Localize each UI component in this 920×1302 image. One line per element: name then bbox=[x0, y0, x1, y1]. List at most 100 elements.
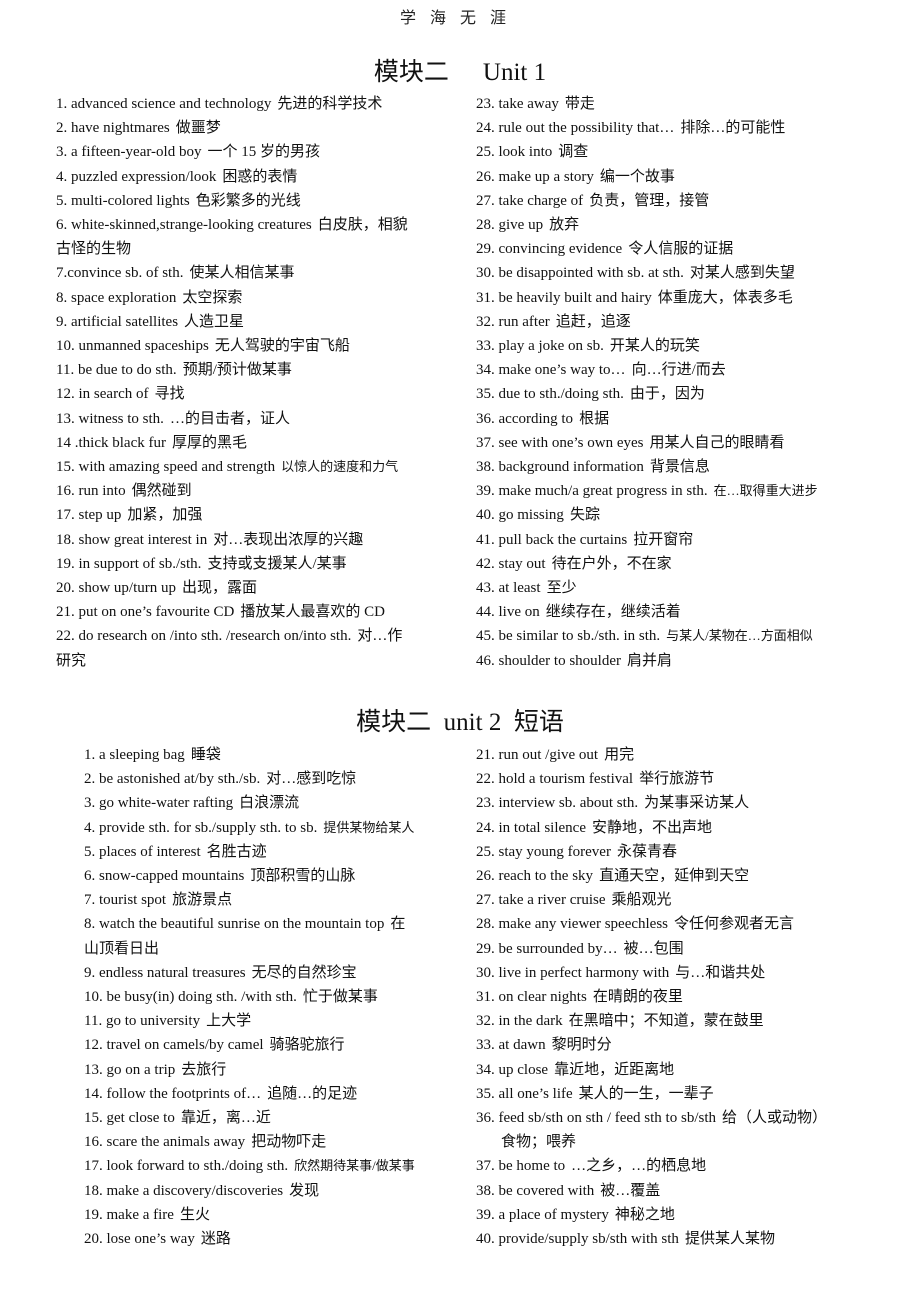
phrase-english: 19. make a fire bbox=[84, 1206, 174, 1223]
phrase-english: 23. interview sb. about sth. bbox=[476, 795, 639, 812]
phrase-item: 41. pull back the curtains 拉开窗帘 bbox=[476, 528, 876, 552]
phrase-english: 5. places of interest bbox=[84, 843, 201, 860]
phrase-english: 22. do research on /into sth. /research … bbox=[56, 628, 352, 645]
phrase-item: 36. according to 根据 bbox=[476, 407, 876, 431]
phrase-item: 29. convincing evidence 令人信服的证据 bbox=[476, 237, 876, 261]
phrase-item: 3. a fifteen-year-old boy 一个 15 岁的男孩 bbox=[56, 140, 436, 164]
phrase-item: 28. give up 放弃 bbox=[476, 213, 876, 237]
phrase-chinese-continued: 古怪的生物 bbox=[56, 241, 132, 258]
phrase-chinese: 向…行进/而去 bbox=[631, 362, 726, 379]
phrase-chinese: 神秘之地 bbox=[614, 1206, 675, 1223]
phrase-chinese: 白皮肤，相貌 bbox=[317, 217, 408, 234]
phrase-item: 7.convince sb. of sth. 使某人相信某事 bbox=[56, 261, 436, 285]
phrase-chinese: 用某人自己的眼睛看 bbox=[649, 434, 785, 451]
phrase-item: 18. make a discovery/discoveries 发现 bbox=[84, 1179, 444, 1203]
phrase-english: 39. a place of mystery bbox=[476, 1206, 609, 1223]
phrase-item: 13. witness to sth. …的目击者，证人 bbox=[56, 407, 436, 431]
phrase-item: 32. run after 追赶，追逐 bbox=[476, 310, 876, 334]
phrase-chinese: 名胜古迹 bbox=[206, 843, 267, 860]
phrase-english: 35. due to sth./doing sth. bbox=[476, 386, 624, 403]
phrase-item: 30. live in perfect harmony with 与…和谐共处 bbox=[476, 961, 876, 985]
phrase-chinese: 提供某人某物 bbox=[684, 1231, 775, 1248]
phrase-chinese: 厚厚的黑毛 bbox=[171, 434, 247, 451]
phrase-chinese: 支持或支援某人/某事 bbox=[207, 555, 347, 572]
phrase-chinese: 拉开窗帘 bbox=[633, 531, 694, 548]
phrase-chinese: 播放某人最喜欢的 CD bbox=[240, 604, 385, 621]
phrase-chinese: 顶部积雪的山脉 bbox=[250, 868, 356, 885]
phrase-english: 26. make up a story bbox=[476, 168, 594, 185]
phrase-chinese: 提供某物给某人 bbox=[323, 819, 415, 835]
section-title-unit1: 模块二 Unit 1 bbox=[0, 52, 920, 88]
phrase-chinese: 继续存在，继续活着 bbox=[545, 604, 681, 621]
phrase-english: 7. tourist spot bbox=[84, 892, 167, 909]
section-title-en: unit 2 bbox=[443, 709, 502, 736]
phrase-english: 16. run into bbox=[56, 483, 126, 500]
phrase-item: 46. shoulder to shoulder 肩并肩 bbox=[476, 649, 876, 673]
phrase-item: 39. make much/a great progress in sth. 在…… bbox=[476, 479, 876, 503]
phrase-item: 27. take charge of 负责，管理，接管 bbox=[476, 189, 876, 213]
phrase-item: 33. play a joke on sb. 开某人的玩笑 bbox=[476, 334, 876, 358]
phrase-english: 20. show up/turn up bbox=[56, 580, 176, 597]
phrase-item: 17. look forward to sth./doing sth. 欣然期待某… bbox=[84, 1154, 444, 1178]
phrase-english: 4. provide sth. for sb./supply sth. to s… bbox=[84, 819, 318, 836]
phrase-chinese: 无尽的自然珍宝 bbox=[251, 964, 357, 981]
phrase-chinese: 黎明时分 bbox=[551, 1037, 612, 1054]
phrase-english: 37. see with one’s own eyes bbox=[476, 434, 644, 451]
phrase-item: 45. be similar to sb./sth. in sth. 与某人/某物… bbox=[476, 624, 876, 648]
phrase-english: 24. rule out the possibility that… bbox=[476, 120, 675, 137]
phrase-item: 19. make a fire 生火 bbox=[84, 1203, 444, 1227]
phrase-chinese: 无人驾驶的宇宙飞船 bbox=[214, 338, 350, 355]
phrase-english: 36. feed sb/sth on sth / feed sth to sb/… bbox=[476, 1110, 716, 1127]
phrase-english: 34. make one’s way to… bbox=[476, 362, 626, 379]
phrase-english: 16. scare the animals away bbox=[84, 1134, 246, 1151]
phrase-english: 34. up close bbox=[476, 1061, 549, 1078]
phrase-english: 9. endless natural treasures bbox=[84, 964, 246, 981]
phrase-english: 12. in search of bbox=[56, 386, 149, 403]
phrase-chinese: 人造卫星 bbox=[184, 313, 245, 330]
phrase-english: 35. all one’s life bbox=[476, 1085, 573, 1102]
phrase-item: 37. be home to …之乡，…的栖息地 bbox=[476, 1154, 876, 1178]
phrase-item: 35. due to sth./doing sth. 由于，因为 bbox=[476, 382, 876, 406]
phrase-chinese: 在黑暗中；不知道，蒙在鼓里 bbox=[568, 1013, 764, 1030]
phrase-item: 42. stay out 待在户外，不在家 bbox=[476, 552, 876, 576]
phrase-chinese: 偶然碰到 bbox=[131, 483, 192, 500]
phrase-chinese-continued: 食物；喂养 bbox=[501, 1134, 577, 1151]
phrase-chinese: 对…感到吃惊 bbox=[266, 771, 357, 788]
unit1-left-column: 1. advanced science and technology 先进的科学技… bbox=[56, 92, 436, 673]
phrase-chinese: 出现，露面 bbox=[182, 580, 258, 597]
phrase-chinese: 在晴朗的夜里 bbox=[592, 989, 683, 1006]
phrase-item: 6. white-skinned,strange-looking creatur… bbox=[56, 213, 436, 261]
phrase-chinese: 骑骆驼旅行 bbox=[269, 1037, 345, 1054]
phrase-item: 18. show great interest in 对…表现出浓厚的兴趣 bbox=[56, 528, 436, 552]
phrase-item: 32. in the dark 在黑暗中；不知道，蒙在鼓里 bbox=[476, 1009, 876, 1033]
phrase-chinese: 太空探索 bbox=[182, 289, 243, 306]
phrase-chinese: 靠近地，近距离地 bbox=[554, 1061, 675, 1078]
phrase-chinese: 对…表现出浓厚的兴趣 bbox=[213, 531, 364, 548]
phrase-item: 20. show up/turn up 出现，露面 bbox=[56, 576, 436, 600]
phrase-item: 1. a sleeping bag 睡袋 bbox=[84, 743, 444, 767]
phrase-english: 1. advanced science and technology bbox=[56, 96, 272, 112]
phrase-chinese: 以惊人的速度和力气 bbox=[281, 459, 399, 475]
phrase-item: 44. live on 继续存在，继续活着 bbox=[476, 600, 876, 624]
phrase-english: 46. shoulder to shoulder bbox=[476, 652, 621, 669]
phrase-chinese: 失踪 bbox=[569, 507, 600, 524]
phrase-chinese: 加紧，加强 bbox=[127, 507, 203, 524]
phrase-english: 18. show great interest in bbox=[56, 531, 208, 548]
phrase-english: 11. be due to do sth. bbox=[56, 362, 177, 379]
phrase-english: 45. be similar to sb./sth. in sth. bbox=[476, 628, 661, 645]
section-title-en: Unit 1 bbox=[482, 59, 547, 86]
phrase-chinese: 对某人感到失望 bbox=[689, 265, 795, 282]
phrase-english: 25. look into bbox=[476, 144, 553, 161]
phrase-english: 23. take away bbox=[476, 96, 559, 112]
phrase-english: 17. look forward to sth./doing sth. bbox=[84, 1158, 289, 1175]
phrase-english: 4. puzzled expression/look bbox=[56, 168, 217, 185]
phrase-chinese: 待在户外，不在家 bbox=[551, 555, 672, 572]
phrase-chinese: 被…包围 bbox=[623, 940, 684, 957]
phrase-item: 40. go missing 失踪 bbox=[476, 503, 876, 527]
phrase-chinese: 开某人的玩笑 bbox=[609, 338, 700, 355]
phrase-english: 18. make a discovery/discoveries bbox=[84, 1182, 284, 1199]
phrase-item: 6. snow-capped mountains 顶部积雪的山脉 bbox=[84, 864, 444, 888]
phrase-english: 12. travel on camels/by camel bbox=[84, 1037, 264, 1054]
phrase-item: 16. run into 偶然碰到 bbox=[56, 479, 436, 503]
phrase-item: 38. be covered with 被…覆盖 bbox=[476, 1179, 876, 1203]
